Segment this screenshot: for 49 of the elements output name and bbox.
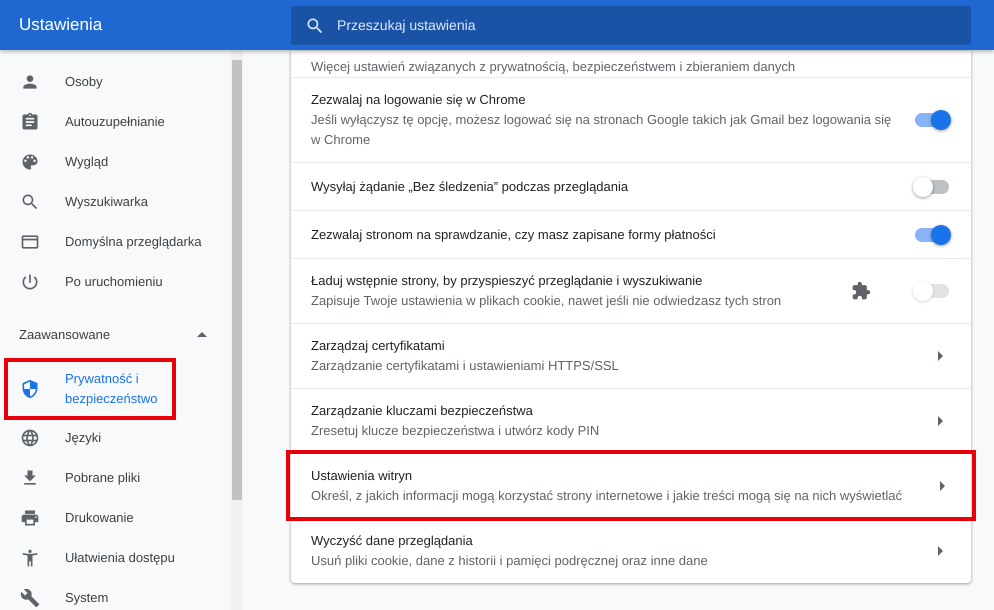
page-title: Ustawienia: [18, 15, 104, 35]
scrollbar[interactable]: [231, 50, 243, 610]
setting-description: Jeśli wyłączysz tę opcję, możesz logować się na stronach Google takich jak Gmail bez logowania się w Chrome: [311, 111, 892, 149]
sidebar-item[interactable]: Pobrane pliki: [6, 458, 231, 498]
arrow-right-icon[interactable]: [938, 351, 943, 361]
sidebar-item[interactable]: Wyszukiwarka: [6, 182, 231, 222]
sidebar-item[interactable]: Domyślna przeglądarka: [6, 222, 231, 262]
clipboard-icon: [20, 112, 40, 132]
setting-title: Ładuj wstępnie strony, by przyspieszyć przeglądanie i wyszukiwanie: [311, 272, 704, 290]
wrench-icon: [20, 588, 40, 608]
toggle-switch[interactable]: [915, 228, 949, 242]
setting-title: Zarządzaj certyfikatami: [311, 337, 446, 355]
sidebar-item[interactable]: Języki: [6, 418, 231, 458]
printer-icon: [20, 508, 40, 528]
search-icon: [20, 192, 40, 212]
setting-description: Więcej ustawień związanych z prywatnością, bezpieczeństwem i zbieraniem danych: [311, 58, 796, 76]
power-icon: [20, 272, 40, 292]
setting-title: Zezwalaj na logowanie się w Chrome: [311, 91, 527, 109]
setting-title: Zezwalaj stronom na sprawdzanie, czy masz zapisane formy płatności: [311, 226, 717, 244]
sidebar-item[interactable]: Po uruchomieniu: [6, 262, 231, 302]
sidebar-item[interactable]: Autouzupełnianie: [6, 102, 231, 142]
arrow-right-icon[interactable]: [940, 481, 945, 491]
setting-title: Zarządzanie kluczami bezpieczeństwa: [311, 402, 534, 420]
advanced-section-toggle[interactable]: Zaawansowane: [0, 310, 231, 358]
sidebar-item[interactable]: Drukowanie: [6, 498, 231, 538]
setting-title: Ustawienia witryn: [311, 467, 414, 485]
sidebar-item[interactable]: Osoby: [6, 62, 231, 102]
palette-icon: [20, 152, 40, 172]
setting-description: Zresetuj klucze bezpieczeństwa i utwórz kody PIN: [311, 422, 600, 440]
search-icon: [305, 16, 325, 36]
setting-description: Zapisuje Twoje ustawienia w plikach cookie, nawet jeśli nie odwiedzasz tych stron: [311, 292, 782, 310]
toggle-switch[interactable]: [915, 180, 949, 194]
sidebar-item[interactable]: Ułatwienia dostępu: [6, 538, 231, 578]
sidebar-item[interactable]: System: [6, 578, 231, 610]
search-field[interactable]: Przeszukaj ustawienia: [291, 6, 971, 44]
highlighted-setting-row[interactable]: Ustawienia witryn Określ, z jakich informacji mogą korzystać strony internetowe i jakie treści mogą się na nich wyświetlać: [289, 453, 973, 518]
setting-description: Określ, z jakich informacji mogą korzystać strony internetowe i jakie treści mogą się na nich wyświetlać: [311, 487, 903, 505]
setting-title: Wyczyść dane przeglądania: [311, 532, 474, 550]
toggle-switch[interactable]: [915, 113, 949, 127]
sidebar-item[interactable]: Wygląd: [6, 142, 231, 182]
arrow-right-icon[interactable]: [938, 416, 943, 426]
sidebar-item[interactable]: Prywatność i bezpieczeństwo: [6, 360, 174, 418]
globe-icon: [20, 428, 40, 448]
shield-icon: [20, 379, 40, 399]
setting-description: Usuń pliki cookie, dane z historii i pamięci podręcznej oraz inne dane: [311, 552, 709, 570]
accessibility-icon: [20, 548, 40, 568]
arrow-right-icon[interactable]: [938, 546, 943, 556]
setting-description: Zarządzanie certyfikatami i ustawieniami HTTPS/SSL: [311, 357, 620, 375]
setting-title: Wysyłaj żądanie „Bez śledzenia” podczas przeglądania: [311, 178, 630, 196]
